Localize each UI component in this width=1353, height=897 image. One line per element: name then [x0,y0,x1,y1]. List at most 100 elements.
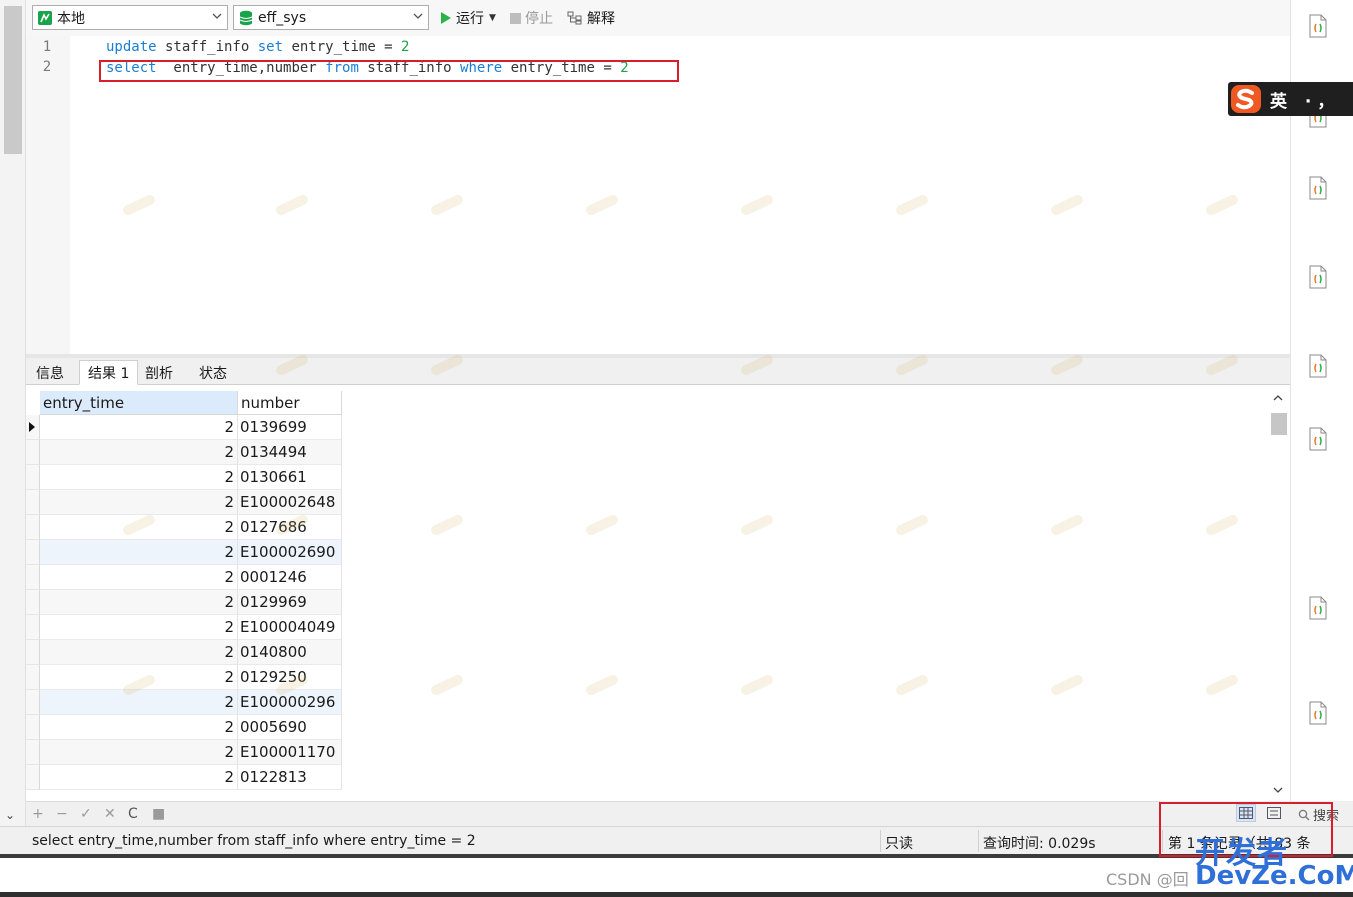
result-grid[interactable]: entry_time number 2 0139699 2 0134494 2 01306… [26,385,1290,801]
line-number: 2 [42,59,52,75]
sql-editor[interactable]: 1 2 update staff_info set entry_time = 2… [26,36,1290,354]
cell-number[interactable]: 0140800 [238,640,342,665]
row-header[interactable] [26,415,40,440]
cell-number[interactable]: E100002648 [238,490,342,515]
tab-profile[interactable]: 剖析 [136,360,182,385]
cell-entry-time[interactable]: 2 [40,490,238,515]
row-header[interactable] [26,465,40,490]
column-header-number[interactable]: number [238,391,342,415]
cell-entry-time[interactable]: 2 [40,565,238,590]
table-row[interactable]: 2 0130661 [40,465,342,490]
table-row[interactable]: 2 0001246 [40,565,342,590]
sql-file-icon[interactable] [1308,265,1328,289]
run-label: 运行 [456,11,484,27]
row-header[interactable] [26,765,40,790]
cell-entry-time[interactable]: 2 [40,440,238,465]
site-watermark-latin: DevZe.CoM [1195,861,1353,891]
cell-entry-time[interactable]: 2 [40,640,238,665]
connection-icon [37,10,53,26]
cell-entry-time[interactable]: 2 [40,590,238,615]
connection-select[interactable]: 本地 [32,5,228,30]
row-header[interactable] [26,715,40,740]
database-select[interactable]: eff_sys [233,5,429,30]
status-bar: select entry_time,number from staff_info… [0,826,1353,854]
tab-info[interactable]: 信息 [27,360,73,385]
cell-entry-time[interactable]: 2 [40,465,238,490]
refresh-button[interactable]: C [128,806,138,822]
table-row[interactable]: 2 0122813 [40,765,342,790]
tab-result-1[interactable]: 结果 1 [79,360,139,385]
column-header-entry-time[interactable]: entry_time [40,391,238,415]
row-header[interactable] [26,740,40,765]
cell-number[interactable]: E100002690 [238,540,342,565]
stop-button[interactable]: 停止 [510,7,553,29]
row-header[interactable] [26,640,40,665]
table-row[interactable]: 2 0134494 [40,440,342,465]
row-header[interactable] [26,440,40,465]
apply-button[interactable]: ✓ [80,806,92,822]
sql-file-icon[interactable] [1308,354,1328,378]
sql-file-icon[interactable] [1308,14,1328,38]
cell-number[interactable]: E100000296 [238,690,342,715]
table-row[interactable]: 2 0140800 [40,640,342,665]
row-header[interactable] [26,665,40,690]
cell-number[interactable]: E100004049 [238,615,342,640]
sql-file-icon[interactable] [1308,176,1328,200]
caret-down-icon[interactable]: ▼ [489,13,496,23]
stop-query-button[interactable]: ■ [152,806,165,822]
tab-status[interactable]: 状态 [190,360,236,385]
window-edge [0,892,1353,897]
discard-button[interactable]: ✕ [104,806,116,822]
cell-number[interactable]: E100001170 [238,740,342,765]
scrollbar-thumb[interactable] [1271,413,1287,435]
sql-file-icon[interactable] [1308,427,1328,451]
table-row[interactable]: 2 E100002648 [40,490,342,515]
row-header[interactable] [26,590,40,615]
cell-entry-time[interactable]: 2 [40,540,238,565]
code-line-1[interactable]: update staff_info set entry_time = 2 [106,39,409,55]
table-row[interactable]: 2 E100004049 [40,615,342,640]
cell-number[interactable]: 0130661 [238,465,342,490]
row-header[interactable] [26,515,40,540]
cell-number[interactable]: 0122813 [238,765,342,790]
cell-entry-time[interactable]: 2 [40,740,238,765]
status-sql: select entry_time,number from staff_info… [32,833,476,849]
row-header[interactable] [26,540,40,565]
row-header[interactable] [26,490,40,515]
cell-number[interactable]: 0001246 [238,565,342,590]
cell-entry-time[interactable]: 2 [40,415,238,440]
cell-entry-time[interactable]: 2 [40,690,238,715]
cell-number[interactable]: 0005690 [238,715,342,740]
table-row[interactable]: 2 E100001170 [40,740,342,765]
table-row[interactable]: 2 0129969 [40,590,342,615]
cell-number[interactable]: 0134494 [238,440,342,465]
grid-vertical-scrollbar[interactable] [1268,389,1288,797]
cell-entry-time[interactable]: 2 [40,765,238,790]
sql-file-icon[interactable] [1308,701,1328,725]
explain-icon [567,11,583,25]
table-row[interactable]: 2 E100000296 [40,690,342,715]
highlight-box [99,60,679,82]
cell-number[interactable]: 0129969 [238,590,342,615]
chevron-down-icon[interactable] [1273,785,1283,795]
row-header[interactable] [26,615,40,640]
cell-number[interactable]: 0139699 [238,415,342,440]
chevron-up-icon[interactable] [1273,393,1283,403]
row-header[interactable] [26,690,40,715]
table-row[interactable]: 2 E100002690 [40,540,342,565]
chevron-down-icon[interactable]: ⌄ [5,808,15,822]
explain-button[interactable]: 解释 [567,7,615,29]
scrollbar-thumb[interactable] [4,6,22,154]
cell-entry-time[interactable]: 2 [40,615,238,640]
editor-vertical-scrollbar[interactable]: ⌄ [0,0,26,826]
run-button[interactable]: 运行 ▼ [440,7,496,29]
cell-entry-time[interactable]: 2 [40,715,238,740]
table-row[interactable]: 2 0005690 [40,715,342,740]
add-row-button[interactable]: + [32,806,44,822]
ime-toolbar[interactable]: 英 ·， [1228,82,1353,116]
delete-row-button[interactable]: − [56,806,68,822]
table-row[interactable]: 2 0139699 [40,415,342,440]
row-header[interactable] [26,565,40,590]
sql-file-icon[interactable] [1308,596,1328,620]
stop-icon [510,12,521,24]
